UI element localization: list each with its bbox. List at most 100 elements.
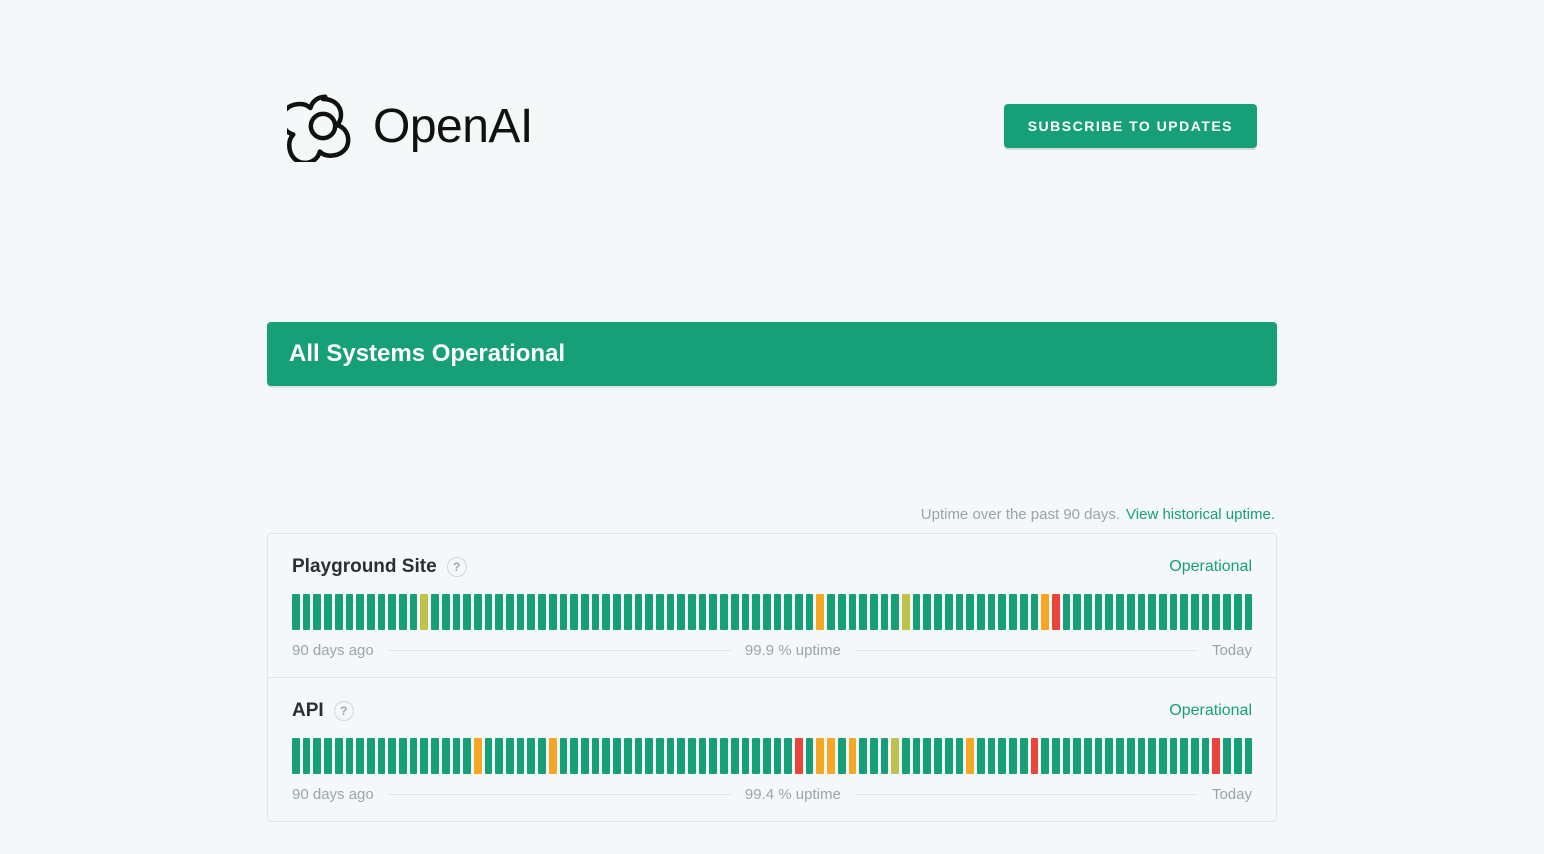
uptime-day-bar[interactable] <box>667 738 675 774</box>
uptime-day-bar[interactable] <box>1052 738 1060 774</box>
uptime-day-bar[interactable] <box>956 738 964 774</box>
uptime-day-bar[interactable] <box>549 738 557 774</box>
uptime-day-bar[interactable] <box>902 594 910 630</box>
uptime-day-bar[interactable] <box>581 594 589 630</box>
uptime-day-bar[interactable] <box>495 738 503 774</box>
uptime-day-bar[interactable] <box>709 738 717 774</box>
uptime-day-bar[interactable] <box>827 738 835 774</box>
uptime-day-bar[interactable] <box>752 738 760 774</box>
uptime-day-bar[interactable] <box>570 594 578 630</box>
uptime-day-bar[interactable] <box>1063 594 1071 630</box>
uptime-day-bar[interactable] <box>613 738 621 774</box>
uptime-bars[interactable] <box>292 738 1252 774</box>
uptime-day-bar[interactable] <box>849 594 857 630</box>
uptime-day-bar[interactable] <box>303 594 311 630</box>
uptime-day-bar[interactable] <box>977 738 985 774</box>
uptime-day-bar[interactable] <box>934 594 942 630</box>
help-icon[interactable]: ? <box>334 701 354 721</box>
uptime-day-bar[interactable] <box>463 738 471 774</box>
uptime-day-bar[interactable] <box>1063 738 1071 774</box>
uptime-day-bar[interactable] <box>1223 738 1231 774</box>
uptime-day-bar[interactable] <box>1191 594 1199 630</box>
uptime-day-bar[interactable] <box>1009 738 1017 774</box>
uptime-day-bar[interactable] <box>913 738 921 774</box>
uptime-day-bar[interactable] <box>1031 738 1039 774</box>
uptime-day-bar[interactable] <box>827 594 835 630</box>
uptime-day-bar[interactable] <box>410 594 418 630</box>
uptime-day-bar[interactable] <box>1073 594 1081 630</box>
uptime-day-bar[interactable] <box>495 594 503 630</box>
uptime-day-bar[interactable] <box>303 738 311 774</box>
uptime-day-bar[interactable] <box>774 594 782 630</box>
uptime-day-bar[interactable] <box>934 738 942 774</box>
uptime-day-bar[interactable] <box>388 738 396 774</box>
uptime-day-bar[interactable] <box>699 738 707 774</box>
uptime-day-bar[interactable] <box>784 738 792 774</box>
uptime-day-bar[interactable] <box>474 594 482 630</box>
uptime-day-bar[interactable] <box>731 594 739 630</box>
uptime-day-bar[interactable] <box>806 738 814 774</box>
uptime-day-bar[interactable] <box>891 738 899 774</box>
subscribe-button[interactable]: SUBSCRIBE TO UPDATES <box>1004 104 1257 148</box>
uptime-day-bar[interactable] <box>966 738 974 774</box>
uptime-day-bar[interactable] <box>431 594 439 630</box>
uptime-day-bar[interactable] <box>570 738 578 774</box>
uptime-day-bar[interactable] <box>292 594 300 630</box>
uptime-day-bar[interactable] <box>795 594 803 630</box>
uptime-day-bar[interactable] <box>795 738 803 774</box>
uptime-day-bar[interactable] <box>923 738 931 774</box>
uptime-day-bar[interactable] <box>592 594 600 630</box>
uptime-day-bar[interactable] <box>624 594 632 630</box>
uptime-day-bar[interactable] <box>720 594 728 630</box>
uptime-day-bar[interactable] <box>891 594 899 630</box>
uptime-day-bar[interactable] <box>742 594 750 630</box>
uptime-day-bar[interactable] <box>1202 738 1210 774</box>
uptime-day-bar[interactable] <box>313 594 321 630</box>
uptime-day-bar[interactable] <box>442 594 450 630</box>
uptime-bars[interactable] <box>292 594 1252 630</box>
uptime-day-bar[interactable] <box>592 738 600 774</box>
uptime-day-bar[interactable] <box>1159 738 1167 774</box>
uptime-day-bar[interactable] <box>602 738 610 774</box>
uptime-day-bar[interactable] <box>752 594 760 630</box>
uptime-day-bar[interactable] <box>399 738 407 774</box>
uptime-day-bar[interactable] <box>838 738 846 774</box>
uptime-day-bar[interactable] <box>742 738 750 774</box>
uptime-day-bar[interactable] <box>346 594 354 630</box>
uptime-day-bar[interactable] <box>1180 594 1188 630</box>
uptime-day-bar[interactable] <box>988 594 996 630</box>
uptime-day-bar[interactable] <box>292 738 300 774</box>
uptime-day-bar[interactable] <box>656 738 664 774</box>
uptime-day-bar[interactable] <box>474 738 482 774</box>
uptime-day-bar[interactable] <box>335 738 343 774</box>
uptime-day-bar[interactable] <box>1212 738 1220 774</box>
uptime-day-bar[interactable] <box>335 594 343 630</box>
uptime-day-bar[interactable] <box>656 594 664 630</box>
uptime-day-bar[interactable] <box>410 738 418 774</box>
uptime-day-bar[interactable] <box>1138 594 1146 630</box>
uptime-day-bar[interactable] <box>998 594 1006 630</box>
uptime-day-bar[interactable] <box>517 738 525 774</box>
uptime-day-bar[interactable] <box>859 594 867 630</box>
uptime-day-bar[interactable] <box>538 738 546 774</box>
uptime-day-bar[interactable] <box>1127 738 1135 774</box>
uptime-day-bar[interactable] <box>1148 738 1156 774</box>
uptime-day-bar[interactable] <box>1041 738 1049 774</box>
uptime-day-bar[interactable] <box>1009 594 1017 630</box>
uptime-day-bar[interactable] <box>378 738 386 774</box>
uptime-day-bar[interactable] <box>913 594 921 630</box>
uptime-day-bar[interactable] <box>527 738 535 774</box>
uptime-day-bar[interactable] <box>538 594 546 630</box>
uptime-day-bar[interactable] <box>1095 738 1103 774</box>
uptime-day-bar[interactable] <box>709 594 717 630</box>
uptime-day-bar[interactable] <box>859 738 867 774</box>
uptime-day-bar[interactable] <box>1084 738 1092 774</box>
uptime-day-bar[interactable] <box>346 738 354 774</box>
uptime-day-bar[interactable] <box>560 594 568 630</box>
uptime-day-bar[interactable] <box>420 738 428 774</box>
uptime-day-bar[interactable] <box>1180 738 1188 774</box>
uptime-day-bar[interactable] <box>1041 594 1049 630</box>
uptime-day-bar[interactable] <box>1116 594 1124 630</box>
uptime-day-bar[interactable] <box>356 738 364 774</box>
uptime-day-bar[interactable] <box>945 594 953 630</box>
